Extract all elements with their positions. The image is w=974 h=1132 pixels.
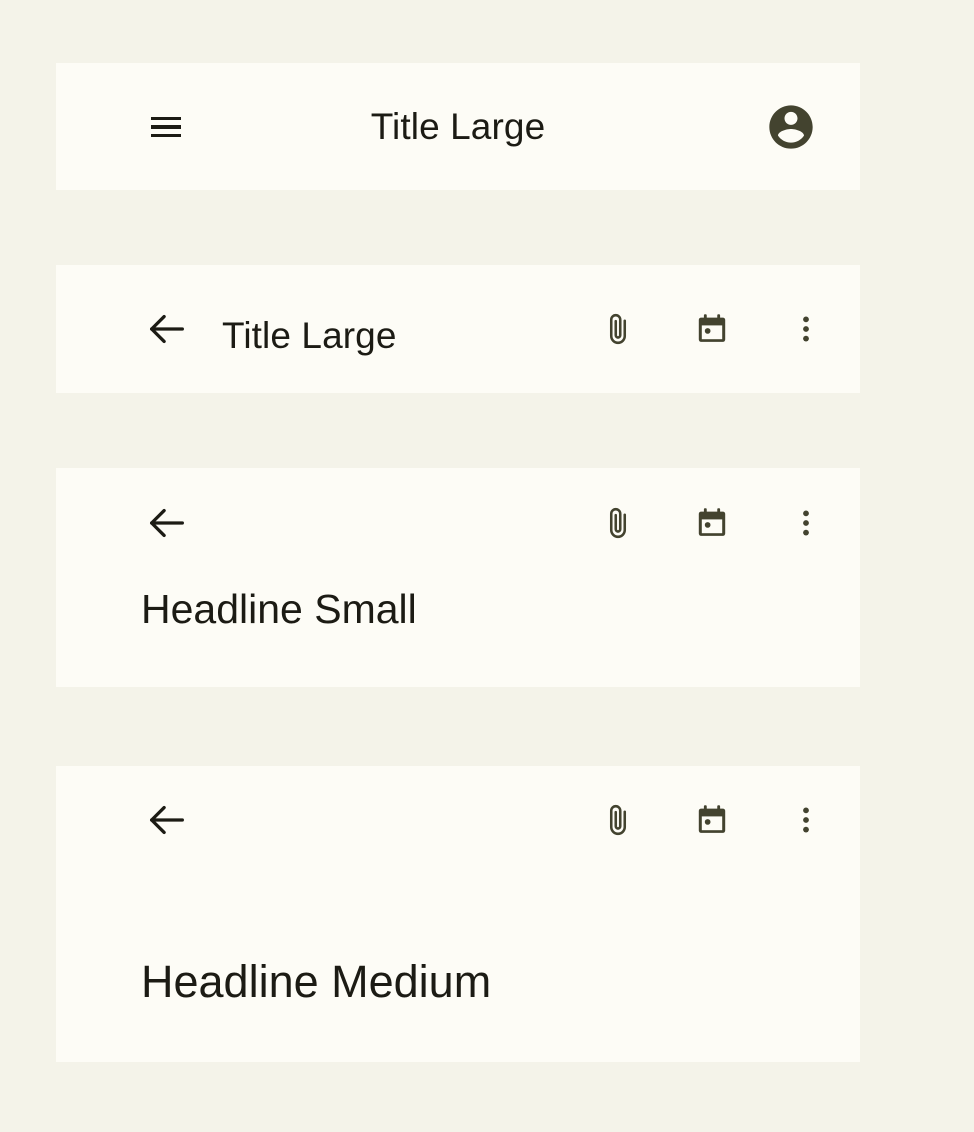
- back-button[interactable]: [139, 792, 195, 848]
- attachment-button[interactable]: [590, 301, 646, 357]
- medium-top-app-bar: Headline Small: [56, 468, 860, 687]
- app-bar-headline: Headline Medium: [141, 956, 491, 1008]
- more-options-button[interactable]: [778, 301, 834, 357]
- app-bar-actions: [590, 792, 834, 848]
- app-bar-title: Title Large: [56, 106, 860, 148]
- more-vert-icon: [789, 803, 823, 837]
- calendar-icon: [694, 311, 730, 347]
- account-button[interactable]: [763, 99, 819, 155]
- calendar-icon: [694, 505, 730, 541]
- arrow-back-icon: [144, 500, 190, 546]
- attachment-button[interactable]: [590, 495, 646, 551]
- more-vert-icon: [789, 312, 823, 346]
- attachment-icon: [600, 802, 636, 838]
- app-bar-title: Title Large: [222, 315, 397, 357]
- small-top-app-bar: Title Large: [56, 265, 860, 393]
- more-options-button[interactable]: [778, 792, 834, 848]
- app-bar-row: Headline Small: [56, 468, 860, 687]
- calendar-button[interactable]: [684, 495, 740, 551]
- app-bar-row: Headline Medium: [56, 766, 860, 1062]
- attachment-button[interactable]: [590, 792, 646, 848]
- app-bar-headline: Headline Small: [141, 586, 417, 633]
- account-circle-icon: [765, 101, 817, 153]
- more-options-button[interactable]: [778, 495, 834, 551]
- back-button[interactable]: [139, 301, 195, 357]
- center-aligned-top-app-bar: Title Large: [56, 63, 860, 190]
- more-vert-icon: [789, 506, 823, 540]
- app-bar-actions: [590, 301, 834, 357]
- app-bar-actions: [590, 495, 834, 551]
- back-button[interactable]: [139, 495, 195, 551]
- calendar-button[interactable]: [684, 301, 740, 357]
- calendar-button[interactable]: [684, 792, 740, 848]
- attachment-icon: [600, 505, 636, 541]
- large-top-app-bar: Headline Medium: [56, 766, 860, 1062]
- app-bar-row: Title Large: [56, 63, 860, 190]
- app-bar-showcase: Title Large Title Large: [0, 0, 974, 1132]
- app-bar-row: Title Large: [56, 265, 860, 393]
- arrow-back-icon: [144, 797, 190, 843]
- calendar-icon: [694, 802, 730, 838]
- attachment-icon: [600, 311, 636, 347]
- arrow-back-icon: [144, 306, 190, 352]
